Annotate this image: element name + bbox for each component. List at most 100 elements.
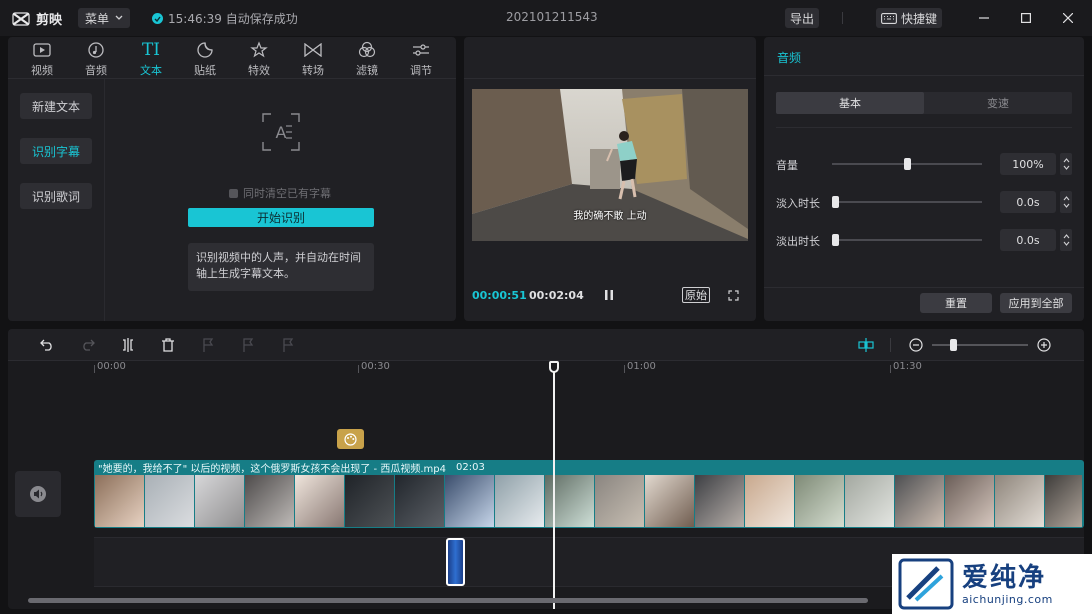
tick-label: 00:00 xyxy=(97,361,126,372)
video-clip[interactable]: "她要的，我给不了" 以后的视频，这个俄罗斯女孩不会出现了 - 西瓜视频.mp4… xyxy=(94,460,1084,528)
trash-icon xyxy=(162,338,174,352)
zoom-out-button[interactable] xyxy=(906,335,926,355)
zoom-slider-knob[interactable] xyxy=(950,339,957,351)
tab-basic[interactable]: 基本 xyxy=(776,92,924,114)
fade-in-slider-knob[interactable] xyxy=(832,196,839,208)
delete-button[interactable] xyxy=(158,335,178,355)
audio-clip[interactable] xyxy=(446,538,465,586)
tab-filter[interactable]: 滤镜 xyxy=(342,40,392,78)
fade-out-slider-knob[interactable] xyxy=(832,234,839,246)
volume-value[interactable]: 100% xyxy=(1000,153,1056,175)
menu-label: 菜单 xyxy=(84,11,109,26)
tab-effects[interactable]: 特效 xyxy=(234,40,284,78)
marker-button[interactable] xyxy=(238,335,258,355)
snap-toggle-button[interactable] xyxy=(856,335,876,355)
video-preview[interactable]: 我的确不敢 上动 xyxy=(472,89,748,241)
start-recognition-button[interactable]: 开始识别 xyxy=(188,208,374,227)
playhead[interactable] xyxy=(553,361,555,609)
clip-header: "她要的，我给不了" 以后的视频，这个俄罗斯女孩不会出现了 - 西瓜视频.mp4… xyxy=(94,460,1084,475)
tab-text[interactable]: TI 文本 xyxy=(126,40,176,78)
shortcut-button[interactable]: 快捷键 xyxy=(876,8,942,28)
tab-speed[interactable]: 变速 xyxy=(924,92,1072,114)
clear-existing-option[interactable]: 同时清空已有字幕 xyxy=(229,185,331,201)
clip-thumbnail xyxy=(295,475,345,527)
sticker-icon xyxy=(197,42,213,58)
marker-edit-button[interactable] xyxy=(278,335,298,355)
watermark-url: aichunjing.com xyxy=(962,592,1053,606)
zoom-slider[interactable] xyxy=(932,339,1028,351)
flag-icon xyxy=(243,338,254,352)
inspector-title[interactable]: 音频 xyxy=(777,49,801,66)
checkbox[interactable] xyxy=(229,188,238,198)
apply-to-all-button[interactable]: 应用到全部 xyxy=(1000,293,1072,313)
time-ruler[interactable]: 00:00 00:30 01:00 01:30 xyxy=(8,361,1084,377)
fade-in-slider[interactable] xyxy=(832,196,982,208)
volume-stepper[interactable] xyxy=(1060,153,1072,175)
sticker-clip[interactable] xyxy=(337,429,364,449)
subnav-recognize-lyrics[interactable]: 识别歌词 xyxy=(20,183,92,209)
chevron-up-icon[interactable] xyxy=(1063,196,1070,201)
clip-thumbnail xyxy=(1045,475,1083,527)
tab-label: 文本 xyxy=(140,64,162,77)
flag-icon xyxy=(203,338,214,352)
clip-thumbnails xyxy=(95,475,1083,527)
volume-slider-knob[interactable] xyxy=(904,158,911,170)
aspect-ratio-original-button[interactable]: 原始 xyxy=(682,287,710,303)
app-logo: 剪映 xyxy=(12,9,62,28)
subnav-recognize-subtitles[interactable]: 识别字幕 xyxy=(20,138,92,164)
tick-label: 01:30 xyxy=(893,361,922,372)
chevron-up-icon[interactable] xyxy=(1063,158,1070,163)
fade-out-slider[interactable] xyxy=(832,234,982,246)
undo-button[interactable] xyxy=(37,335,57,355)
fade-in-stepper[interactable] xyxy=(1060,191,1072,213)
fade-out-value[interactable]: 0.0s xyxy=(1000,229,1056,251)
volume-slider[interactable] xyxy=(832,158,982,170)
clip-thumbnail xyxy=(745,475,795,527)
menu-button[interactable]: 菜单 xyxy=(78,8,130,28)
fullscreen-icon[interactable] xyxy=(728,290,739,301)
fade-out-stepper[interactable] xyxy=(1060,229,1072,251)
track-mute-button[interactable] xyxy=(15,471,61,517)
clip-thumbnail xyxy=(795,475,845,527)
subnav-divider xyxy=(104,79,105,321)
sparkle-icon xyxy=(250,41,268,58)
export-button[interactable]: 导出 xyxy=(785,8,819,28)
close-button[interactable] xyxy=(1058,8,1078,28)
close-icon xyxy=(1063,13,1073,23)
clip-thumbnail xyxy=(695,475,745,527)
video-icon xyxy=(33,43,51,57)
reset-button[interactable]: 重置 xyxy=(920,293,992,313)
tab-adjust[interactable]: 调节 xyxy=(396,40,446,78)
total-time: 00:02:04 xyxy=(529,289,584,302)
redo-button[interactable] xyxy=(78,335,98,355)
timeline-scrollbar[interactable] xyxy=(28,598,868,603)
chevron-down-icon[interactable] xyxy=(1063,165,1070,170)
watermark-logo-icon xyxy=(898,558,954,610)
video-subtitle: 我的确不敢 上动 xyxy=(573,211,647,222)
fade-in-value[interactable]: 0.0s xyxy=(1000,191,1056,213)
undo-icon xyxy=(40,339,52,351)
redo-icon xyxy=(83,339,95,351)
inspector-divider xyxy=(764,75,1084,76)
tab-sticker[interactable]: 贴纸 xyxy=(180,40,230,78)
app-name: 剪映 xyxy=(36,13,63,28)
playhead-handle[interactable] xyxy=(549,361,559,373)
tab-audio[interactable]: 音频 xyxy=(71,40,121,78)
tick-label: 01:00 xyxy=(627,361,656,372)
tab-label: 转场 xyxy=(302,64,324,77)
tab-transition[interactable]: 转场 xyxy=(288,40,338,78)
split-button[interactable] xyxy=(118,335,138,355)
maximize-button[interactable] xyxy=(1016,8,1036,28)
subnav-new-text[interactable]: 新建文本 xyxy=(20,93,92,119)
chevron-up-icon[interactable] xyxy=(1063,234,1070,239)
inspector-divider xyxy=(764,287,1084,288)
minimize-button[interactable] xyxy=(974,8,994,28)
chevron-down-icon[interactable] xyxy=(1063,203,1070,208)
chevron-down-icon[interactable] xyxy=(1063,241,1070,246)
freeze-frame-button[interactable] xyxy=(198,335,218,355)
flag-icon xyxy=(283,338,294,352)
pause-icon[interactable] xyxy=(604,289,614,301)
clip-thumbnail xyxy=(945,475,995,527)
zoom-in-button[interactable] xyxy=(1034,335,1054,355)
tab-video[interactable]: 视频 xyxy=(17,40,67,78)
